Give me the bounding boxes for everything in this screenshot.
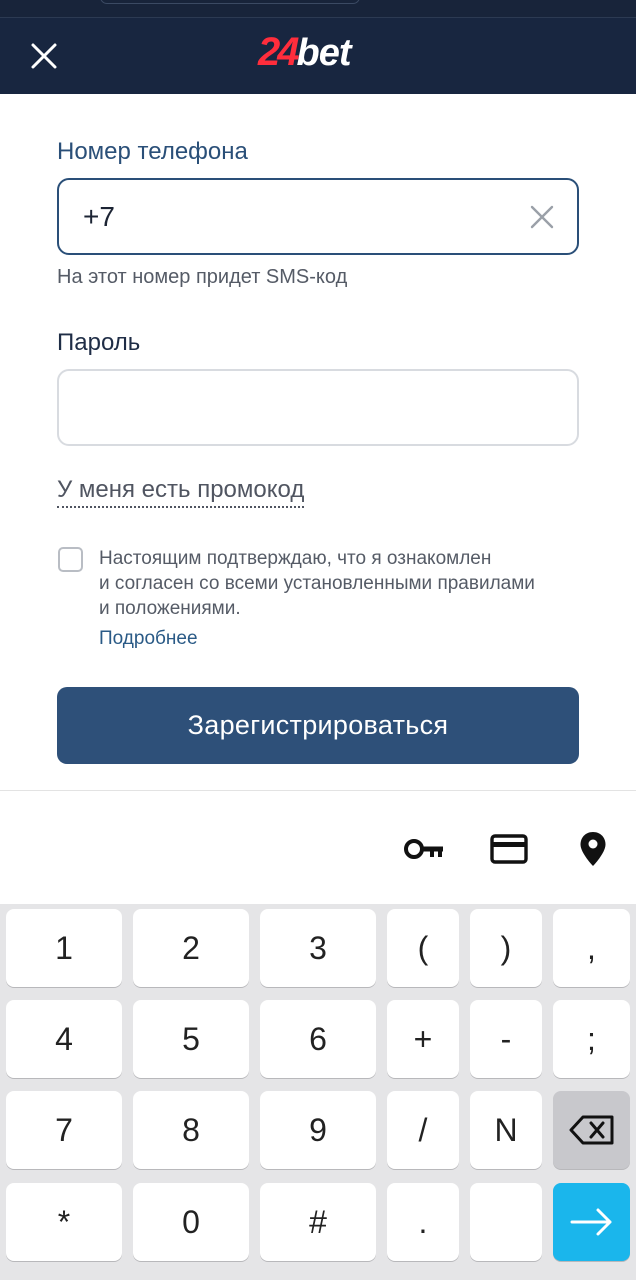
payment-cards-button[interactable]: [487, 831, 531, 867]
key-n[interactable]: N: [470, 1091, 542, 1169]
status-pill: [100, 0, 360, 4]
key-4[interactable]: 4: [6, 1000, 122, 1078]
clear-phone-button[interactable]: [529, 204, 555, 230]
registration-screen: 24 bet Номер телефона На этот номер прид…: [0, 0, 636, 1280]
key-minus[interactable]: -: [470, 1000, 542, 1078]
location-pin-icon: [580, 832, 606, 866]
close-icon: [31, 43, 57, 69]
credit-card-icon: [490, 834, 528, 864]
key-slash[interactable]: /: [387, 1091, 459, 1169]
promo-code-link[interactable]: У меня есть промокод: [57, 476, 305, 508]
addresses-button[interactable]: [571, 831, 615, 867]
enter-key[interactable]: [553, 1183, 630, 1261]
status-bar: [0, 0, 636, 18]
phone-hint: На этот номер придет SMS-код: [57, 266, 348, 288]
phone-field[interactable]: [57, 178, 579, 255]
phone-input[interactable]: [83, 180, 523, 253]
terms-line: и положениями.: [99, 598, 241, 619]
phone-label: Номер телефона: [57, 138, 248, 165]
passwords-button[interactable]: [402, 831, 446, 867]
password-label: Пароль: [57, 329, 141, 356]
key-semicolon[interactable]: ;: [553, 1000, 630, 1078]
key-icon: [404, 839, 443, 859]
terms-checkbox[interactable]: [58, 547, 83, 572]
logo-number: 24: [258, 30, 299, 74]
key-9[interactable]: 9: [260, 1091, 376, 1169]
keyboard-toolbar: [0, 790, 636, 904]
numeric-keyboard: 1 2 3 ( ) , 4 5 6 + - ; 7 8 9 / N * 0 # …: [0, 904, 636, 1280]
key-8[interactable]: 8: [133, 1091, 249, 1169]
key-period[interactable]: .: [387, 1183, 459, 1261]
terms-line: и согласен со всеми установленными прави…: [99, 573, 535, 594]
backspace-icon: [569, 1115, 613, 1145]
key-hash[interactable]: #: [260, 1183, 376, 1261]
key-asterisk[interactable]: *: [6, 1183, 122, 1261]
key-comma[interactable]: ,: [553, 909, 630, 987]
password-field[interactable]: [57, 369, 579, 446]
app-header: 24 bet: [0, 18, 636, 94]
close-button[interactable]: [24, 36, 64, 76]
key-6[interactable]: 6: [260, 1000, 376, 1078]
terms-text: Настоящим подтверждаю, что я ознакомлен …: [99, 546, 589, 621]
key-3[interactable]: 3: [260, 909, 376, 987]
registration-form: Номер телефона На этот номер придет SMS-…: [0, 94, 636, 790]
key-plus[interactable]: +: [387, 1000, 459, 1078]
key-5[interactable]: 5: [133, 1000, 249, 1078]
clear-icon: [530, 205, 554, 229]
backspace-key[interactable]: [553, 1091, 630, 1169]
password-input[interactable]: [83, 371, 523, 444]
terms-more-link[interactable]: Подробнее: [99, 628, 198, 650]
key-open-paren[interactable]: (: [387, 909, 459, 987]
key-2[interactable]: 2: [133, 909, 249, 987]
key-close-paren[interactable]: ): [470, 909, 542, 987]
arrow-right-icon: [570, 1208, 611, 1236]
key-7[interactable]: 7: [6, 1091, 122, 1169]
terms-line: Настоящим подтверждаю, что я ознакомлен: [99, 548, 492, 569]
key-0[interactable]: 0: [133, 1183, 249, 1261]
key-space[interactable]: [470, 1183, 542, 1261]
logo-word: bet: [296, 32, 352, 74]
brand-logo: 24 bet: [258, 30, 352, 80]
register-button[interactable]: Зарегистрироваться: [57, 687, 579, 764]
key-1[interactable]: 1: [6, 909, 122, 987]
